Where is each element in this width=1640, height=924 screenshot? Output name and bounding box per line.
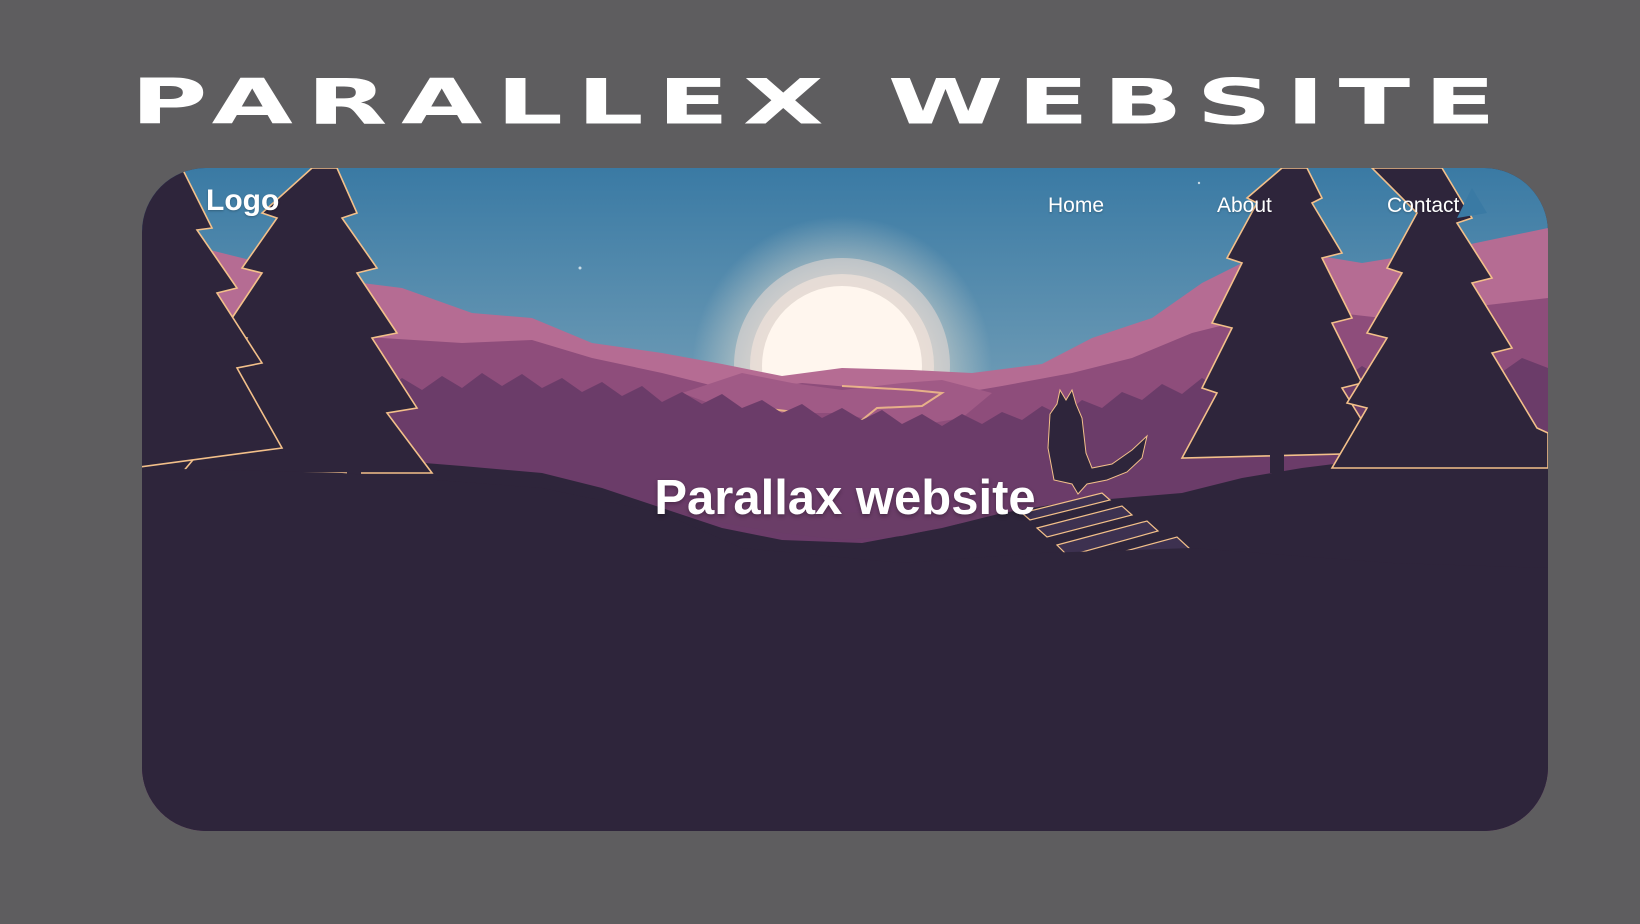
nav-link-contact[interactable]: Contact [1387, 194, 1459, 218]
hero-title: Parallax website [654, 471, 1036, 525]
page-heading: PARALLEX WEBSITE [130, 65, 1510, 139]
site-navbar: Logo Home About Contact [142, 168, 1548, 248]
site-logo[interactable]: Logo [206, 184, 279, 218]
nav-link-about[interactable]: About [1217, 194, 1272, 218]
website-preview: Logo Home About Contact Parallax website [142, 168, 1548, 831]
star [578, 266, 582, 270]
nav-link-home[interactable]: Home [1048, 194, 1104, 218]
